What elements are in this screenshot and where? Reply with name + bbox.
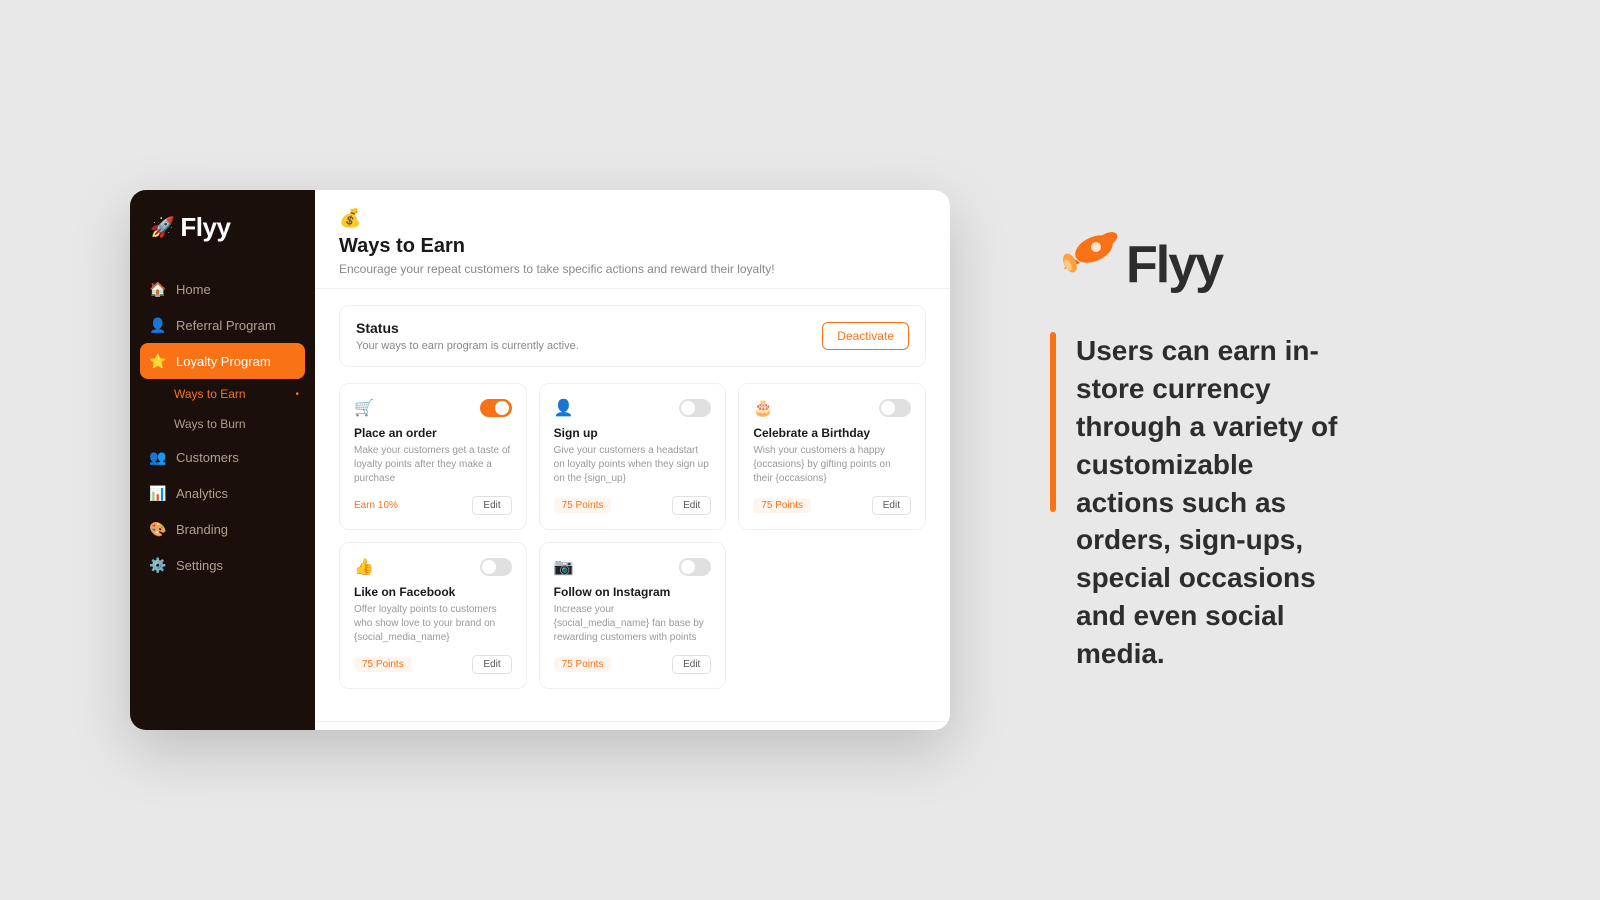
scene: 🚀 Flyy 🏠 Home 👤 Referral Program ⭐ Loyal… [0, 0, 1600, 900]
action-footer: Earn 10% Edit [354, 496, 512, 515]
place-order-toggle[interactable] [480, 399, 512, 417]
page-subtitle: Encourage your repeat customers to take … [339, 262, 926, 276]
flyy-logo-large: Flyy [1050, 227, 1222, 302]
action-card-header: 🛒 [354, 398, 512, 418]
logo-icon: 🚀 [150, 215, 174, 240]
place-order-reward: Earn 10% [354, 500, 398, 511]
ways-to-earn-icon: 💰 [339, 208, 926, 229]
sign-up-toggle[interactable] [679, 399, 711, 417]
birthday-icon: 🎂 [753, 398, 773, 418]
facebook-reward: 75 Points [354, 657, 412, 672]
status-description: Your ways to earn program is currently a… [356, 340, 579, 352]
sidebar-item-analytics[interactable]: 📊 Analytics [130, 475, 315, 511]
content-header: 💰 Ways to Earn Encourage your repeat cus… [315, 190, 950, 289]
birthday-edit-button[interactable]: Edit [872, 496, 911, 515]
settings-icon: ⚙️ [150, 557, 166, 573]
sign-up-edit-button[interactable]: Edit [672, 496, 711, 515]
branding-icon: 🎨 [150, 521, 166, 537]
main-content: 💰 Ways to Earn Encourage your repeat cus… [315, 190, 950, 730]
customers-icon: 👥 [150, 449, 166, 465]
birthday-reward: 75 Points [753, 498, 811, 513]
sign-up-name: Sign up [554, 426, 712, 440]
add-ways-section: Add ways to earn Choose from a pool of c… [315, 721, 950, 730]
action-footer-facebook: 75 Points Edit [354, 655, 512, 674]
instagram-icon: 📷 [554, 557, 574, 577]
facebook-edit-button[interactable]: Edit [472, 655, 511, 674]
action-card-instagram: 📷 Follow on Instagram Increase your {soc… [539, 542, 727, 689]
place-order-desc: Make your customers get a taste of loyal… [354, 444, 512, 486]
flyy-brand: Flyy [1050, 227, 1222, 302]
sign-up-desc: Give your customers a headstart on loyal… [554, 444, 712, 486]
referral-icon: 👤 [150, 317, 166, 333]
loyalty-icon: ⭐ [150, 353, 166, 369]
brand-text: Users can earn in-store currency through… [1076, 332, 1350, 672]
facebook-name: Like on Facebook [354, 585, 512, 599]
action-card-header-instagram: 📷 [554, 557, 712, 577]
brand-description: Users can earn in-store currency through… [1050, 332, 1350, 672]
action-footer-signup: 75 Points Edit [554, 496, 712, 515]
action-card-place-order: 🛒 Place an order Make your customers get… [339, 383, 527, 530]
home-icon: 🏠 [150, 281, 166, 297]
right-panel: Flyy Users can earn in-store currency th… [990, 187, 1410, 712]
sidebar-item-home[interactable]: 🏠 Home [130, 271, 315, 307]
place-order-edit-button[interactable]: Edit [472, 496, 511, 515]
sidebar-item-referral[interactable]: 👤 Referral Program [130, 307, 315, 343]
sign-up-icon: 👤 [554, 398, 574, 418]
flyy-logo-text-large: Flyy [1126, 235, 1222, 295]
flyy-rocket-icon [1042, 227, 1122, 294]
facebook-toggle[interactable] [480, 558, 512, 576]
logo: 🚀 Flyy [150, 212, 230, 243]
birthday-desc: Wish your customers a happy {occasions} … [753, 444, 911, 486]
sidebar-item-ways-to-earn[interactable]: Ways to Earn [130, 379, 315, 409]
instagram-desc: Increase your {social_media_name} fan ba… [554, 603, 712, 645]
sub-nav: Ways to Earn Ways to Burn [130, 379, 315, 439]
sidebar: 🚀 Flyy 🏠 Home 👤 Referral Program ⭐ Loyal… [130, 190, 315, 730]
action-card-header-signup: 👤 [554, 398, 712, 418]
instagram-reward: 75 Points [554, 657, 612, 672]
sidebar-item-loyalty[interactable]: ⭐ Loyalty Program [140, 343, 305, 379]
status-info: Status Your ways to earn program is curr… [356, 320, 579, 352]
sidebar-item-branding[interactable]: 🎨 Branding [130, 511, 315, 547]
deactivate-button[interactable]: Deactivate [822, 322, 909, 350]
action-footer-instagram: 75 Points Edit [554, 655, 712, 674]
action-card-birthday: 🎂 Celebrate a Birthday Wish your custome… [738, 383, 926, 530]
instagram-name: Follow on Instagram [554, 585, 712, 599]
birthday-name: Celebrate a Birthday [753, 426, 911, 440]
instagram-edit-button[interactable]: Edit [672, 655, 711, 674]
content-body: Status Your ways to earn program is curr… [315, 289, 950, 721]
sidebar-logo: 🚀 Flyy [130, 190, 315, 263]
action-card-facebook: 👍 Like on Facebook Offer loyalty points … [339, 542, 527, 689]
instagram-toggle[interactable] [679, 558, 711, 576]
place-order-name: Place an order [354, 426, 512, 440]
status-section: Status Your ways to earn program is curr… [339, 305, 926, 367]
rocket-svg [1042, 227, 1122, 282]
action-card-header-facebook: 👍 [354, 557, 512, 577]
sign-up-reward: 75 Points [554, 498, 612, 513]
facebook-desc: Offer loyalty points to customers who sh… [354, 603, 512, 645]
facebook-icon: 👍 [354, 557, 374, 577]
status-title: Status [356, 320, 579, 336]
birthday-toggle[interactable] [879, 399, 911, 417]
place-order-icon: 🛒 [354, 398, 374, 418]
action-card-sign-up: 👤 Sign up Give your customers a headstar… [539, 383, 727, 530]
accent-bar [1050, 332, 1056, 512]
sidebar-item-ways-to-burn[interactable]: Ways to Burn [130, 409, 315, 439]
app-window: 🚀 Flyy 🏠 Home 👤 Referral Program ⭐ Loyal… [130, 190, 950, 730]
sidebar-item-settings[interactable]: ⚙️ Settings [130, 547, 315, 583]
sidebar-item-customers[interactable]: 👥 Customers [130, 439, 315, 475]
analytics-icon: 📊 [150, 485, 166, 501]
action-card-header-birthday: 🎂 [753, 398, 911, 418]
page-title: Ways to Earn [339, 235, 926, 258]
action-footer-birthday: 75 Points Edit [753, 496, 911, 515]
nav-items: 🏠 Home 👤 Referral Program ⭐ Loyalty Prog… [130, 263, 315, 730]
actions-grid: 🛒 Place an order Make your customers get… [339, 383, 926, 689]
